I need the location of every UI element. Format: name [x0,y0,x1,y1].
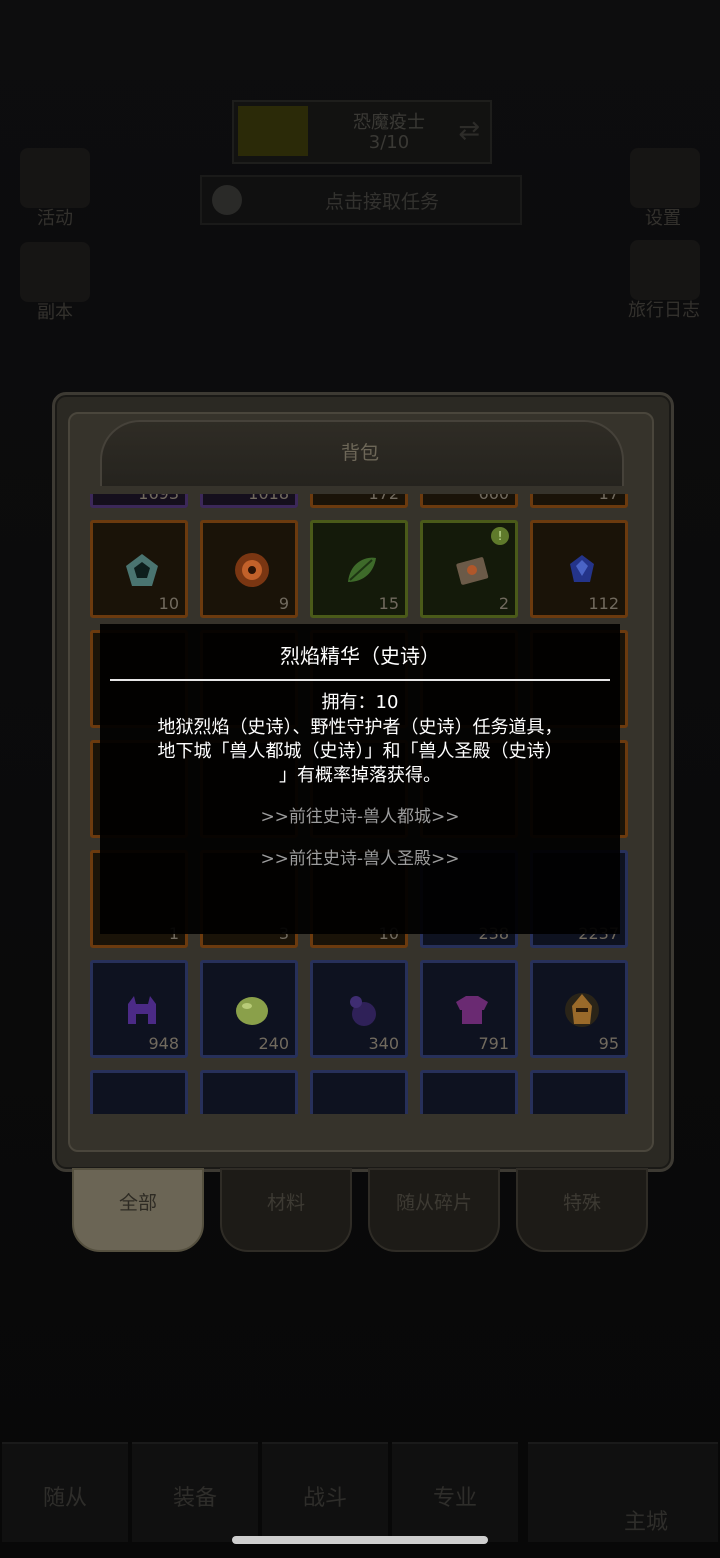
item-slot[interactable]: 240 [200,960,298,1058]
bag-title: 背包 [340,442,379,464]
item-count: 172 [368,494,399,503]
new-item-badge: ! [491,527,509,545]
item-count: 1693 [138,494,179,503]
item-slot[interactable] [90,1070,188,1114]
goto-orc-temple-link[interactable]: >>前往史诗-兽人圣殿>> [100,844,620,869]
tab-special[interactable]: 特殊 [516,1168,648,1252]
pentagon-crystal-icon [126,554,158,586]
item-slot[interactable]: 340 [310,960,408,1058]
journal-label[interactable]: 旅行日志 [614,296,714,322]
item-slot[interactable]: 660 [420,494,518,508]
tooltip-description: 地狱烈焰（史诗）、野性守护者（史诗）任务道具， 地下城「兽人都城（史诗）」和「兽… [120,716,600,788]
nav-followers[interactable]: 随从 [2,1442,128,1542]
home-indicator[interactable] [232,1536,488,1544]
tooltip-owned: 拥有：10 [321,692,399,713]
item-slot[interactable] [200,1070,298,1114]
leaf-icon [348,557,376,582]
item-slot[interactable]: 172 [310,494,408,508]
item-slot[interactable]: 17 [530,494,628,508]
item-count: 112 [588,594,619,613]
activity-icon[interactable] [20,148,90,208]
accept-task-label: 点击接取任务 [324,191,439,213]
item-slot[interactable]: 15 [310,520,408,618]
quest-title: 恐魔疫士 [353,112,425,133]
goto-orc-capital-link[interactable]: >>前往史诗-兽人都城>> [100,802,620,827]
gold-mask-icon [565,993,599,1027]
item-slot[interactable] [530,1070,628,1114]
spellbook-icon [456,557,489,585]
purple-chest-icon [456,996,488,1024]
dungeon-icon[interactable] [20,242,90,302]
tooltip-divider [110,679,610,681]
task-icon [212,185,242,215]
item-count: 240 [258,1034,289,1053]
item-slot[interactable]: 112 [530,520,628,618]
swap-arrows-icon[interactable]: ⇄ [458,116,480,146]
item-slot[interactable] [310,1070,408,1114]
tooltip-title: 烈焰精华（史诗） [280,644,440,668]
item-slot[interactable]: ! 2 [420,520,518,618]
item-slot[interactable] [420,1070,518,1114]
activity-label[interactable]: 活动 [10,204,100,230]
item-count: 340 [368,1034,399,1053]
green-orb-icon [236,997,268,1025]
item-slot[interactable]: 948 [90,960,188,1058]
gear-icon[interactable] [630,148,700,208]
eye-orb-icon [235,553,269,587]
blue-gem-icon [570,555,594,582]
item-slot[interactable]: 10 [90,520,188,618]
item-count: 10 [158,594,179,613]
item-count: 791 [478,1034,509,1053]
item-count: 660 [478,494,509,503]
quest-tracker[interactable]: 恐魔疫士 3/10 ⇄ [232,100,492,164]
tooltip-desc-line: 地下城「兽人都城（史诗）」和「兽人圣殿（史诗） [157,741,563,762]
quest-progress-bar [238,106,308,156]
purple-helmet-icon [128,996,156,1024]
item-count: 948 [148,1034,179,1053]
tab-all[interactable]: 全部 [72,1168,204,1252]
quest-progress: 3/10 [368,132,410,153]
item-count: 1018 [248,494,289,503]
item-count: 17 [599,494,619,503]
tab-follower-shards[interactable]: 随从碎片 [368,1168,500,1252]
item-slot[interactable]: 9 [200,520,298,618]
tooltip-desc-line: 地狱烈焰（史诗）、野性守护者（史诗）任务道具， [157,717,563,738]
nav-equipment[interactable]: 装备 [132,1442,258,1542]
item-count: 9 [278,594,289,613]
journal-icon[interactable] [630,240,700,300]
accept-task-button[interactable]: 点击接取任务 [200,175,522,225]
item-slot[interactable]: 95 [530,960,628,1058]
nav-profession[interactable]: 专业 [392,1442,518,1542]
tooltip-desc-line: 」有概率掉落获得。 [279,765,441,786]
item-slot[interactable]: 1018 [200,494,298,508]
tab-materials[interactable]: 材料 [220,1168,352,1252]
item-count: 15 [378,594,399,613]
nav-battle[interactable]: 战斗 [262,1442,388,1542]
purple-gloves-icon [350,996,376,1026]
item-count: 95 [598,1034,619,1053]
item-count: 2 [498,594,509,613]
settings-label[interactable]: 设置 [618,204,708,230]
item-slot[interactable]: 791 [420,960,518,1058]
dungeon-label[interactable]: 副本 [10,298,100,324]
nav-main-city[interactable]: 主城 [528,1442,718,1542]
item-slot[interactable]: 1693 [90,494,188,508]
